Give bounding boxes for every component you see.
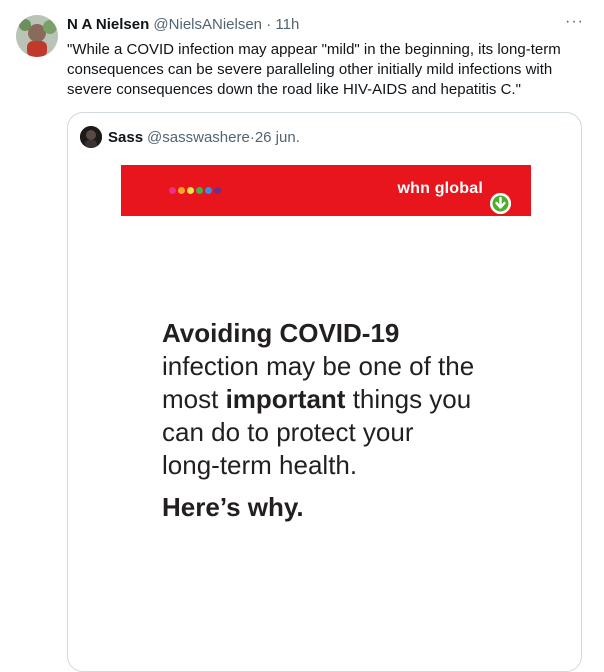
headline-text: things you xyxy=(345,384,472,414)
tweet-text: "While a COVID infection may appear "mil… xyxy=(67,41,561,98)
quote-author-handle[interactable]: @sasswashere xyxy=(147,129,250,146)
headline-line: can do to protect your xyxy=(162,417,414,447)
brand-dot xyxy=(205,187,212,194)
quote-tweet[interactable]: Sass @sasswashere · 26 jun. whn global A… xyxy=(67,112,582,672)
avatar-image xyxy=(16,15,58,57)
quote-author-name[interactable]: Sass xyxy=(108,129,143,146)
headline-text: most xyxy=(162,384,226,414)
headline-emphasis: important xyxy=(225,384,346,414)
more-options-icon[interactable]: ··· xyxy=(565,13,584,31)
image-banner: whn global xyxy=(121,165,531,216)
brand-dot xyxy=(178,187,185,194)
image-headline: Avoiding COVID-19 infection may be one o… xyxy=(162,317,542,482)
image-why-line: Here’s why. xyxy=(162,492,304,522)
meta-separator: · xyxy=(262,16,276,33)
tweet-time[interactable]: 11h xyxy=(275,16,299,33)
quote-media-image[interactable]: whn global Avoiding COVID-19 infection m… xyxy=(69,161,581,671)
brand-dots xyxy=(169,187,221,194)
brand-dot xyxy=(214,187,221,194)
brand-logo: whn global xyxy=(397,180,483,197)
avatar[interactable] xyxy=(16,15,58,57)
tweet-header: N A Nielsen @NielsANielsen · 11h xyxy=(67,16,588,36)
quote-avatar-image xyxy=(80,126,102,148)
headline-line: infection may be one of the xyxy=(162,351,475,381)
headline-line: Avoiding COVID-19 xyxy=(162,318,400,348)
quote-header: Sass @sasswashere · 26 jun. xyxy=(80,126,300,148)
headline-line: long-term health. xyxy=(162,450,358,480)
quote-date[interactable]: 26 jun. xyxy=(255,129,300,146)
download-arrow-icon xyxy=(490,193,511,214)
brand-dot xyxy=(187,187,194,194)
brand-dot xyxy=(196,187,203,194)
brand-dot xyxy=(169,187,176,194)
author-name[interactable]: N A Nielsen xyxy=(67,16,149,33)
author-handle[interactable]: @NielsANielsen xyxy=(153,16,262,33)
quote-avatar[interactable] xyxy=(80,126,102,148)
headline-line: most important things you xyxy=(162,383,542,416)
